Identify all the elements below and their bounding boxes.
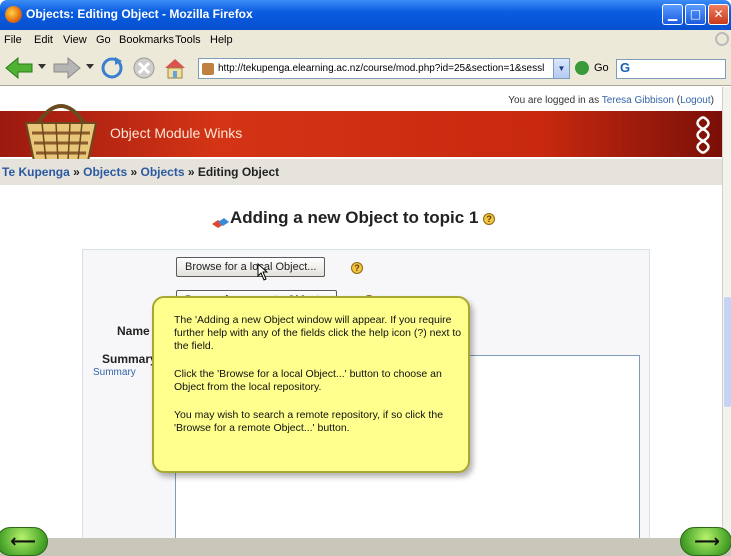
site-banner: Object Module Winks (0, 104, 722, 162)
forward-icon[interactable] (52, 57, 82, 79)
page-content: You are logged in as Teresa Gibbison (Lo… (0, 87, 722, 538)
menu-go[interactable]: Go (96, 34, 111, 46)
login-prefix: You are logged in as (508, 95, 602, 106)
login-info: You are logged in as Teresa Gibbison (Lo… (508, 95, 714, 106)
breadcrumb-objects-1[interactable]: Objects (83, 165, 127, 179)
menu-help[interactable]: Help (210, 34, 233, 46)
window-title-bar: Objects: Editing Object - Mozilla Firefo… (0, 0, 731, 30)
callout-paragraph-3: You may wish to search a remote reposito… (174, 409, 444, 434)
breadcrumb-separator: » (127, 165, 141, 179)
tutorial-nav-bar (0, 538, 731, 556)
browse-local-object-button[interactable]: Browse for a local Object... (176, 257, 326, 277)
menu-edit[interactable]: Edit (34, 34, 53, 46)
summary-label: Summary (102, 352, 157, 366)
forward-dropdown-icon[interactable] (86, 64, 94, 70)
address-dropdown-icon[interactable]: ▼ (553, 59, 569, 78)
window-title: Objects: Editing Object - Mozilla Firefo… (26, 7, 253, 21)
breadcrumb: Te Kupenga » Objects » Objects » Editing… (0, 159, 722, 185)
address-input[interactable]: http://tekupenga.elearning.ac.nz/course/… (218, 63, 548, 74)
left-arrow-icon: ⟵ (10, 531, 36, 552)
close-button[interactable]: ✕ (708, 4, 729, 25)
minimize-button[interactable]: ▁ (662, 4, 683, 25)
callout-paragraph-1: The 'Adding a new Object window will app… (174, 314, 462, 352)
maximize-button[interactable]: □ (685, 4, 706, 25)
breadcrumb-current: Editing Object (197, 165, 280, 179)
firefox-icon (5, 6, 22, 23)
back-icon[interactable] (4, 57, 34, 79)
scrollbar-thumb[interactable] (724, 297, 731, 407)
basket-logo (24, 104, 98, 162)
logout-close: ) (710, 95, 714, 106)
menu-bar: File Edit View Go Bookmarks Tools Help (0, 30, 731, 50)
breadcrumb-home[interactable]: Te Kupenga (2, 165, 70, 179)
breadcrumb-separator: » (184, 165, 198, 179)
home-icon[interactable] (163, 57, 187, 79)
stop-icon[interactable] (133, 57, 155, 79)
user-name-link[interactable]: Teresa Gibbison (602, 95, 674, 106)
menu-file[interactable]: File (4, 34, 22, 46)
page-icon (202, 63, 214, 75)
instruction-callout: The 'Adding a new Object window will app… (152, 296, 470, 473)
summary-help-link[interactable]: Summary (93, 367, 136, 378)
go-button[interactable]: Go (594, 62, 609, 74)
koru-pattern-icon (696, 115, 710, 155)
vertical-scrollbar[interactable] (722, 87, 731, 538)
object-module-icon (212, 218, 229, 228)
breadcrumb-separator: » (69, 165, 84, 179)
menu-view[interactable]: View (63, 34, 87, 46)
menu-bookmarks[interactable]: Bookmarks (119, 34, 174, 46)
heading-help-icon[interactable]: ? (483, 212, 496, 225)
navigation-toolbar: http://tekupenga.elearning.ac.nz/course/… (0, 50, 731, 86)
logout-link[interactable]: Logout (680, 95, 711, 106)
browse-local-help-icon[interactable]: ? (351, 262, 363, 274)
right-arrow-icon: ⟶ (694, 531, 720, 552)
go-icon[interactable] (575, 61, 589, 75)
next-slide-button[interactable]: ⟶ (680, 527, 731, 556)
page-heading: Adding a new Object to topic 1 ? (230, 208, 496, 228)
course-title: Object Module Winks (110, 125, 243, 141)
menu-tools[interactable]: Tools (175, 34, 201, 46)
page-heading-text: Adding a new Object to topic 1 (230, 208, 479, 227)
address-bar[interactable]: http://tekupenga.elearning.ac.nz/course/… (198, 58, 570, 79)
breadcrumb-objects-2[interactable]: Objects (140, 165, 184, 179)
previous-slide-button[interactable]: ⟵ (0, 527, 48, 556)
callout-paragraph-2: Click the 'Browse for a local Object...'… (174, 368, 442, 393)
throbber-icon (715, 32, 729, 46)
name-label: Name (117, 324, 150, 338)
search-input[interactable]: G (616, 59, 726, 79)
back-dropdown-icon[interactable] (38, 64, 46, 70)
mouse-cursor-icon (257, 263, 268, 281)
reload-icon[interactable] (100, 57, 124, 79)
